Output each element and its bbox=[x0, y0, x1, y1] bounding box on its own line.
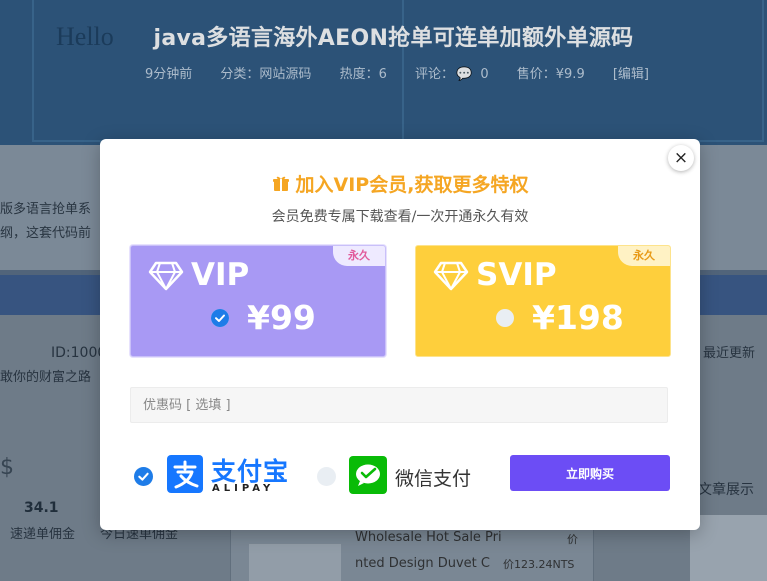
modal-subtitle: 会员免费专属下载查看/一次开通永久有效 bbox=[271, 209, 529, 225]
alipay-radio-checked[interactable] bbox=[134, 467, 153, 486]
modal-title-text: 加入VIP会员,获取更多特权 bbox=[295, 174, 529, 196]
wechat-pay-logo-icon[interactable] bbox=[349, 456, 387, 494]
wechat-radio[interactable] bbox=[317, 467, 336, 486]
gift-icon bbox=[272, 174, 290, 197]
plan-vip-card[interactable]: 永久 VIP ¥99 bbox=[130, 245, 386, 357]
plan-vip-radio-checked[interactable] bbox=[211, 309, 229, 327]
plan-name: SVIP bbox=[476, 257, 557, 293]
diamond-icon bbox=[148, 261, 184, 291]
plan-svip-radio[interactable] bbox=[496, 309, 514, 327]
buy-now-button[interactable]: 立即购买 bbox=[510, 455, 670, 491]
close-icon[interactable]: × bbox=[668, 145, 694, 171]
wechat-pay-label[interactable]: 微信支付 bbox=[395, 464, 471, 491]
plan-price: ¥99 bbox=[247, 298, 316, 337]
modal-title: 加入VIP会员,获取更多特权 bbox=[100, 170, 700, 197]
alipay-logo-icon[interactable] bbox=[167, 455, 203, 493]
plan-name: VIP bbox=[191, 257, 250, 293]
plan-badge: 永久 bbox=[618, 246, 670, 266]
vip-modal: 加入VIP会员,获取更多特权 会员免费专属下载查看/一次开通永久有效 永久 VI… bbox=[100, 139, 700, 530]
plan-price: ¥198 bbox=[532, 298, 624, 337]
plan-badge: 永久 bbox=[333, 246, 385, 266]
plan-svip-card[interactable]: 永久 SVIP ¥198 bbox=[415, 245, 671, 357]
alipay-english-label: ALIPAY bbox=[212, 483, 275, 494]
coupon-input[interactable] bbox=[130, 387, 668, 423]
diamond-icon bbox=[433, 261, 469, 291]
